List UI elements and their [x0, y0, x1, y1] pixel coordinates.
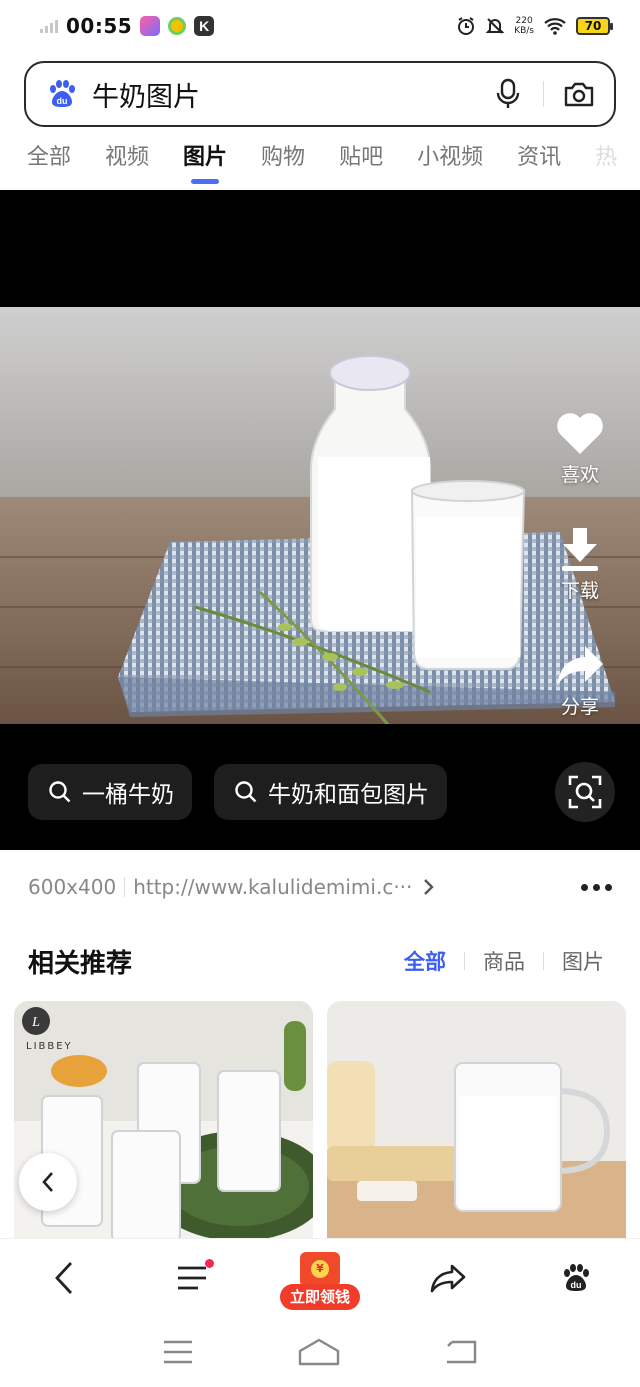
svg-text:du: du	[57, 96, 68, 106]
heart-icon	[557, 413, 603, 454]
system-back-icon[interactable]	[444, 1338, 478, 1366]
recent-apps-icon[interactable]	[162, 1339, 194, 1365]
tab-images[interactable]: 图片	[183, 140, 227, 184]
share-arrow-icon	[430, 1264, 466, 1292]
related-filters: 全部 商品 图片	[404, 946, 604, 976]
camera-icon[interactable]	[562, 77, 596, 111]
tab-hot[interactable]: 热	[595, 140, 617, 180]
lens-scan-icon	[568, 775, 602, 809]
tab-all[interactable]: 全部	[27, 140, 71, 180]
related-image-card[interactable]	[327, 1001, 626, 1241]
suggestion-chip[interactable]: 一桶牛奶	[28, 764, 192, 820]
divider	[543, 81, 544, 107]
net-speed: 220 KB/s	[514, 16, 534, 36]
related-title: 相关推荐	[28, 948, 133, 979]
image-viewer: 喜欢 下载 分享 一桶牛奶 牛奶和面包图片	[0, 190, 640, 850]
notification-dot	[205, 1258, 214, 1268]
filter-all[interactable]: 全部	[404, 946, 446, 976]
search-icon	[235, 781, 257, 803]
related-header: 相关推荐 全部 商品 图片	[0, 934, 640, 988]
suggestion-label: 一桶牛奶	[82, 782, 174, 808]
system-nav-bar	[0, 1316, 640, 1387]
k-app-icon: K	[194, 16, 215, 36]
home-icon[interactable]	[297, 1337, 341, 1367]
signal-icon	[40, 19, 58, 33]
previous-button[interactable]	[19, 1153, 77, 1211]
app-notification-icon	[168, 17, 187, 35]
wifi-icon	[544, 18, 566, 35]
app-notification-icon	[140, 16, 161, 36]
image-source-info: 600x400 http://www.kalulidemimi.c···	[0, 850, 640, 924]
alarm-icon	[458, 17, 475, 35]
like-button[interactable]: 喜欢	[550, 410, 610, 487]
image-dimensions: 600x400	[28, 875, 117, 899]
share-button[interactable]: 分享	[550, 642, 610, 719]
more-options-icon[interactable]	[581, 883, 612, 891]
chevron-left-icon	[42, 1172, 53, 1192]
share-label: 分享	[560, 696, 599, 718]
tab-short-video[interactable]: 小视频	[417, 140, 483, 180]
download-button[interactable]: 下载	[550, 526, 610, 603]
tab-shopping[interactable]: 购物	[261, 140, 305, 180]
share-nav-button[interactable]	[408, 1243, 488, 1313]
menu-icon	[178, 1266, 206, 1289]
search-tabs: 全部 视频 图片 购物 贴吧 小视频 资讯 热	[0, 140, 640, 190]
mute-icon	[485, 18, 505, 34]
menu-button[interactable]	[152, 1243, 232, 1313]
milk-photo[interactable]	[0, 307, 640, 724]
tab-tieba[interactable]: 贴吧	[339, 140, 383, 180]
reward-label: 立即领钱	[280, 1283, 360, 1310]
suggestion-chip[interactable]: 牛奶和面包图片	[214, 764, 447, 820]
card-brand-logo: LIBBEY	[26, 1041, 73, 1052]
back-button[interactable]	[24, 1243, 104, 1313]
suggestion-label: 牛奶和面包图片	[268, 782, 429, 808]
search-bar[interactable]: du 牛奶图片	[24, 61, 616, 127]
red-packet-reward-button[interactable]: ¥ 立即领钱	[280, 1246, 360, 1310]
battery-indicator: 70	[576, 17, 613, 35]
back-arrow-icon	[55, 1261, 73, 1294]
download-icon	[562, 528, 598, 571]
chevron-right-icon[interactable]	[422, 877, 436, 897]
bottom-nav: ¥ 立即领钱 du	[0, 1238, 640, 1316]
baidu-paw-logo-icon: du	[50, 80, 75, 107]
divider	[124, 877, 126, 897]
image-scan-button[interactable]	[555, 762, 615, 822]
baidu-paw-icon: du	[564, 1263, 589, 1291]
status-bar: 00:55 K 220 KB/s 70	[0, 0, 640, 52]
tab-news[interactable]: 资讯	[517, 140, 561, 180]
tab-video[interactable]: 视频	[105, 140, 149, 180]
status-time: 00:55	[66, 14, 133, 38]
source-url-link[interactable]: http://www.kalulidemimi.c···	[133, 875, 412, 899]
filter-images[interactable]: 图片	[562, 946, 604, 976]
baidu-home-button[interactable]: du	[536, 1243, 616, 1313]
svg-text:L: L	[31, 1015, 40, 1030]
filter-products[interactable]: 商品	[483, 946, 525, 976]
microphone-icon[interactable]	[491, 77, 525, 111]
share-icon	[557, 646, 603, 686]
svg-text:du: du	[571, 1280, 582, 1290]
like-label: 喜欢	[560, 464, 599, 486]
download-label: 下载	[560, 580, 599, 602]
search-input[interactable]: 牛奶图片	[92, 75, 491, 114]
search-icon	[49, 781, 71, 803]
coin-icon: ¥	[311, 1259, 329, 1278]
